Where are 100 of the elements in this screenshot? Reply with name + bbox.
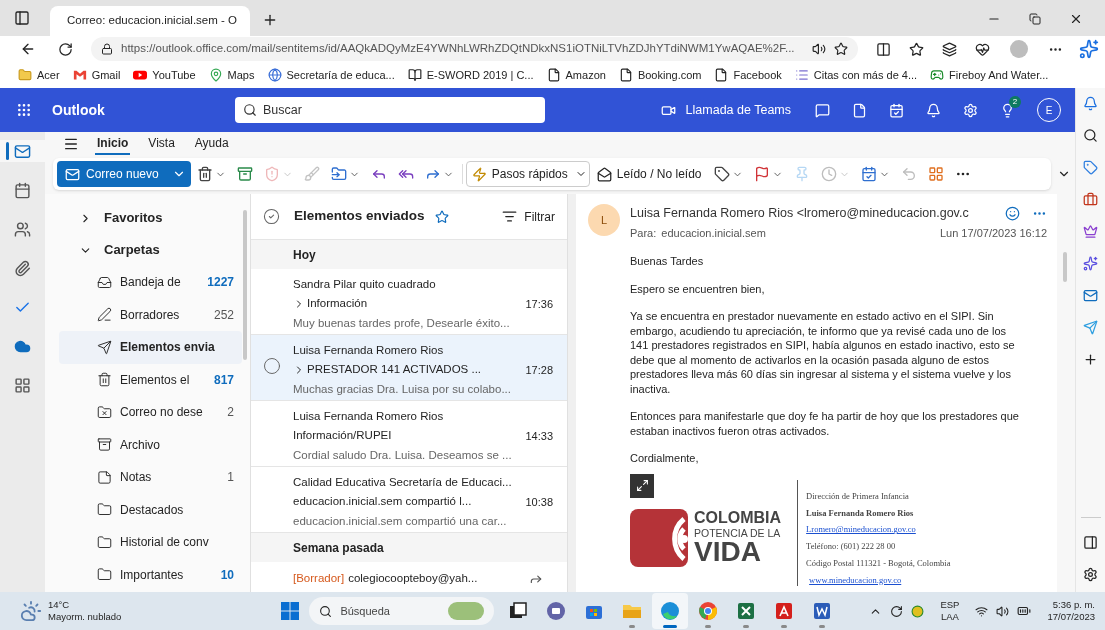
close-icon[interactable]: [1069, 12, 1083, 26]
folder-section[interactable]: Favoritos: [59, 202, 242, 234]
restore-icon[interactable]: [1029, 13, 1041, 25]
new-mail-button[interactable]: Correo nuevo: [57, 161, 191, 187]
folder-item[interactable]: Borradores 252: [59, 298, 242, 331]
folder-item[interactable]: Destacados: [59, 493, 242, 526]
weather-temp: 14°C: [48, 599, 71, 611]
bookmark[interactable]: E-SWORD 2019 | C...: [407, 66, 534, 84]
bookmark[interactable]: Secretaría de educa...: [267, 66, 395, 84]
folder-item[interactable]: Bandeja de 1227: [59, 266, 242, 299]
filter-button[interactable]: Filtrar: [502, 207, 555, 226]
folder-name: Archivo: [120, 436, 160, 454]
read-aloud-icon[interactable]: [812, 42, 826, 56]
bookmark-label: E-SWORD 2019 | C...: [426, 67, 534, 83]
select-all-icon[interactable]: [263, 208, 280, 225]
new-tab-icon[interactable]: [262, 12, 278, 28]
tag-icon[interactable]: [1083, 160, 1098, 175]
select-circle[interactable]: [263, 357, 281, 375]
app-launcher-icon[interactable]: [16, 102, 32, 118]
folder-item[interactable]: Notas 1: [59, 461, 242, 494]
split-screen-icon[interactable]: [876, 41, 891, 57]
signature-address: Código Postal 111321 - Bogotá, Colombia: [806, 556, 951, 570]
bookmark[interactable]: Acer: [18, 66, 60, 84]
sparkle-icon[interactable]: [1079, 39, 1099, 59]
bookmark[interactable]: Gmail: [72, 66, 121, 84]
expand-button[interactable]: [630, 473, 654, 498]
wifi-icon[interactable]: [975, 604, 989, 618]
favorite-icon[interactable]: [834, 42, 848, 56]
browser-tab[interactable]: Correo: educacion.inicial.sem - O: [50, 6, 250, 36]
tab-actions-icon[interactable]: [14, 10, 30, 26]
website-link[interactable]: www.mineducacion.gov.co: [809, 573, 951, 587]
folder-item[interactable]: Historial de conv: [59, 526, 242, 559]
chat-icon[interactable]: [815, 102, 830, 118]
running-indicator: [781, 625, 788, 628]
teams-call-button[interactable]: Llamada de Teams: [660, 100, 791, 120]
bookmark-label: Acer: [37, 67, 60, 83]
bookmark[interactable]: Facebook: [714, 66, 782, 84]
back-icon[interactable]: [20, 41, 36, 57]
emoji-icon[interactable]: [1005, 205, 1020, 221]
message-item[interactable]: Luisa Fernanda Romero Rios PRESTADOR 141 ACTIVADOS ... 17:28 Muchas gracias Dra. Luisa por su colabo...: [251, 335, 567, 401]
folder-count: 10: [220, 566, 234, 584]
briefcase-icon[interactable]: [1083, 192, 1098, 207]
mail-icon[interactable]: [1083, 288, 1098, 303]
message-subject: Información/RUPEI: [293, 428, 392, 444]
chat-icon: [545, 600, 568, 622]
bookmark[interactable]: Citas con más de 4...: [794, 66, 918, 84]
search-field[interactable]: Buscar: [234, 97, 545, 123]
bookmark[interactable]: Amazon: [546, 66, 606, 84]
folder-item[interactable]: Elementos envia: [59, 331, 242, 364]
pencil-icon: [97, 307, 112, 323]
folder-section[interactable]: Carpetas: [59, 234, 242, 266]
address-field[interactable]: https://outlook.office.com/mail/sentitems/id/AAQkADQyMzE4YWNhLWRhZDQtNDkxNS1iOTNiLTVhZDJhYTdiNWM1YwAQAE%2F...: [91, 37, 858, 61]
sync-icon[interactable]: [890, 604, 904, 618]
refresh-icon[interactable]: [58, 41, 73, 57]
browser-icon: [659, 600, 682, 622]
heart-icon[interactable]: [975, 41, 990, 57]
settings-icon[interactable]: [1083, 567, 1098, 582]
bell-icon[interactable]: [926, 102, 941, 118]
panel-icon[interactable]: [1083, 535, 1098, 550]
bell-icon[interactable]: [1083, 96, 1098, 111]
folder-item[interactable]: Archivo: [59, 428, 242, 461]
bookmark-label: Fireboy And Water...: [949, 67, 1049, 83]
star-icon[interactable]: [434, 209, 449, 224]
clock[interactable]: 5:36 p. m. 17/07/2023: [1047, 599, 1095, 623]
folder-item[interactable]: Elementos el 817: [59, 363, 242, 396]
collections-icon[interactable]: [942, 41, 957, 57]
menu-icon[interactable]: [63, 136, 79, 152]
lightbulb-icon[interactable]: [1000, 102, 1015, 118]
ribbon-tab[interactable]: Vista: [146, 133, 177, 155]
url-text: https://outlook.office.com/mail/sentitems/id/AAQkADQyMzE4YWNhLWRhZDQtNDkxNS1iOTNiLTVhZDJhYTdiNWM1YwAQAE%2F...: [121, 41, 795, 57]
taskbar-search[interactable]: Búsqueda: [309, 597, 495, 625]
chess-icon[interactable]: [1083, 224, 1098, 239]
folder-name: Bandeja de: [120, 274, 181, 292]
volume-icon[interactable]: [996, 604, 1010, 618]
page-icon: [618, 68, 633, 82]
weather-icon[interactable]: [20, 600, 42, 622]
calendar-icon[interactable]: [889, 102, 904, 118]
running-indicator: [743, 625, 750, 628]
bookmark[interactable]: Maps: [208, 66, 255, 84]
folder-item[interactable]: Importantes 10: [59, 558, 242, 591]
folder-item[interactable]: Correo no dese 2: [59, 396, 242, 429]
battery-icon[interactable]: [1017, 604, 1032, 618]
search-icon[interactable]: [1083, 128, 1098, 143]
language-indicator[interactable]: ESP LAA: [940, 599, 960, 623]
tray-app-icon[interactable]: [911, 604, 925, 618]
sparkle-icon[interactable]: [1083, 256, 1098, 271]
favorites-icon[interactable]: [909, 41, 924, 57]
document-icon[interactable]: [852, 102, 867, 118]
bookmark[interactable]: Fireboy And Water...: [930, 66, 1049, 84]
bookmark[interactable]: Booking.com: [618, 66, 702, 84]
folder-name: Destacados: [120, 501, 184, 519]
ribbon-tab[interactable]: Ayuda: [192, 133, 231, 155]
send-icon[interactable]: [1083, 320, 1098, 335]
rail-item[interactable]: [0, 140, 45, 162]
add-icon[interactable]: [1083, 352, 1098, 367]
start-icon[interactable]: [281, 602, 300, 620]
email-link[interactable]: Lromero@mineducacion.gov.co: [806, 523, 951, 536]
bookmark[interactable]: YouTube: [133, 66, 196, 84]
quick-steps-button[interactable]: Pasos rápidos: [465, 161, 590, 187]
read-unread-button[interactable]: Leído / No leído: [590, 161, 708, 187]
